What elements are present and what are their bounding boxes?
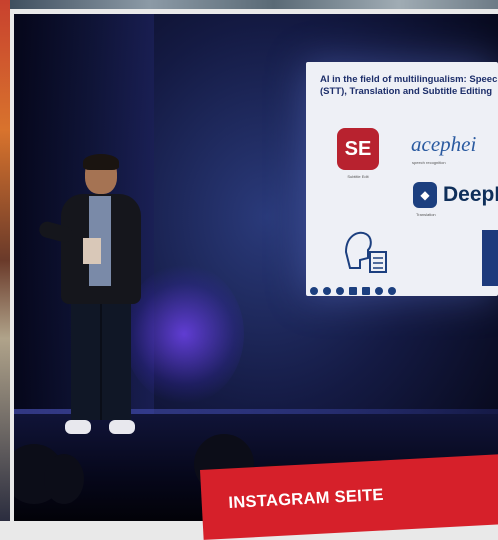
deepl-caption: Translation (416, 212, 436, 217)
subtitle-edit-caption: Subtitle Edit (347, 174, 369, 179)
slides-icon (349, 287, 357, 295)
top-photo-strip (0, 0, 498, 9)
prev-slide-icon (310, 287, 318, 295)
projection-screen: AI in the field of multilingualism: Spee… (306, 62, 498, 296)
subtitle-edit-logo: SE (337, 128, 379, 170)
slide-graphic (482, 230, 498, 286)
deepl-icon: ◆ (413, 182, 437, 208)
slide-title: AI in the field of multilingualism: Spee… (320, 74, 498, 97)
speaker-hair (83, 154, 119, 170)
more-icon (375, 287, 383, 295)
speaker-legs (71, 302, 131, 420)
slide-toolbar (306, 284, 498, 296)
stage-photo: AI in the field of multilingualism: Spee… (14, 14, 498, 521)
zoom-icon (336, 287, 344, 295)
speaker (37, 154, 159, 444)
speaker-shoe (109, 420, 135, 434)
deepl-logo: DeepL (443, 183, 498, 206)
acephei-caption: speech recognition (412, 160, 446, 165)
left-photo-strip (0, 0, 10, 521)
audience-head (44, 454, 84, 504)
video-icon (362, 287, 370, 295)
acephei-logo: acephei (411, 132, 477, 156)
speech-to-text-icon (344, 231, 387, 273)
speaker-shoe (65, 420, 91, 434)
next-slide-icon (388, 287, 396, 295)
pen-icon (323, 287, 331, 295)
speaker-badge (83, 238, 101, 264)
